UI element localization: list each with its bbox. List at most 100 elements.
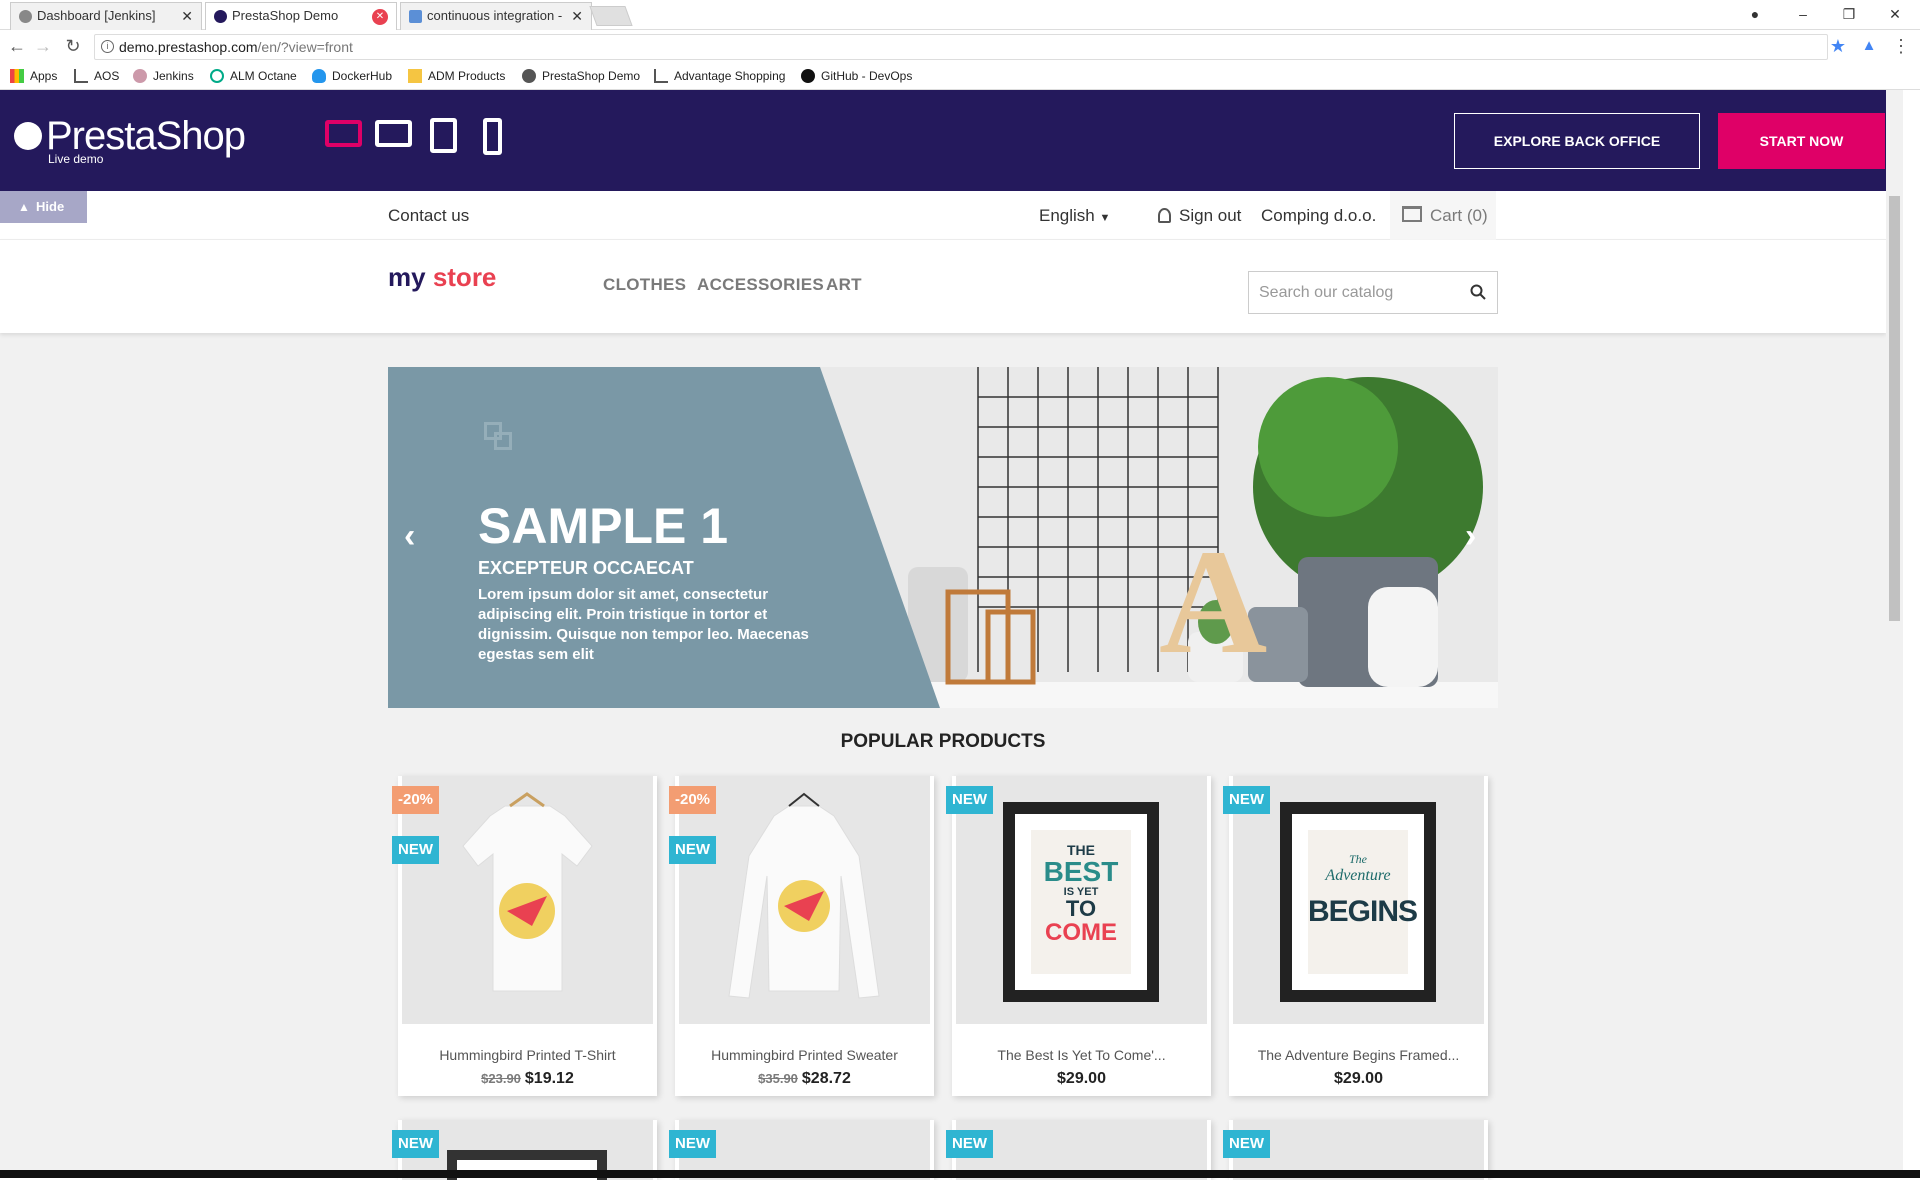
address-toolbar: ← → ↻ i demo.prestashop.com/en/?view=fro… (0, 30, 1920, 62)
bookmark-aos[interactable]: AOS (74, 67, 119, 85)
back-button[interactable]: ← (6, 36, 28, 58)
prestashop-favicon-icon (214, 10, 227, 23)
scrollbar-thumb[interactable] (1889, 196, 1900, 621)
contact-us-link[interactable]: Contact us (388, 206, 469, 226)
account-name-link[interactable]: Comping d.o.o. (1261, 206, 1376, 226)
current-price: $28.72 (801, 1070, 851, 1087)
jenkins-icon (133, 69, 147, 83)
product-image[interactable]: THE BEST IS YET TO COME (956, 776, 1207, 1024)
bookmark-dockerhub[interactable]: DockerHub (312, 67, 392, 85)
jenkins-favicon-icon (19, 10, 32, 23)
minimize-button[interactable]: – (1780, 0, 1826, 28)
shop-top-nav: Contact us English ▼ Sign out Comping d.… (0, 191, 1886, 240)
slide-subtitle: EXCEPTEUR OCCAECAT (478, 558, 694, 578)
popular-products-title: POPULAR PRODUCTS (840, 731, 1046, 752)
poster-best-is-yet-to-come: THE BEST IS YET TO COME (1031, 830, 1131, 974)
url-field[interactable]: i demo.prestashop.com/en/?view=front (94, 34, 1828, 60)
reload-button[interactable]: ↻ (62, 36, 84, 58)
slider-prev-arrow-icon[interactable]: ‹ (404, 517, 415, 556)
tablet-landscape-view-icon[interactable] (375, 120, 412, 147)
browser-tab-bar: Dashboard [Jenkins] ✕ PrestaShop Demo ✕ … (0, 0, 1920, 30)
product-name[interactable]: The Adventure Begins Framed... (1229, 1047, 1488, 1063)
product-image[interactable]: The Adventure BEGINS (1233, 776, 1484, 1024)
browser-tab-jenkins[interactable]: Dashboard [Jenkins] ✕ (10, 2, 202, 30)
desktop-view-icon[interactable] (325, 120, 362, 147)
category-clothes[interactable]: CLOTHES (603, 275, 686, 295)
slider-next-arrow-icon[interactable]: › (1465, 517, 1476, 556)
sweater-image (728, 792, 880, 999)
bookmark-apps[interactable]: Apps (10, 67, 57, 85)
caret-down-icon: ▼ (1099, 212, 1111, 224)
start-now-button[interactable]: START NOW (1718, 113, 1885, 169)
bookmark-alm-octane[interactable]: ALM Octane (210, 67, 297, 85)
product-image[interactable] (402, 776, 653, 1024)
product-price: $23.90 $19.12 (398, 1070, 657, 1088)
docker-icon (312, 69, 326, 83)
close-tab-icon[interactable]: ✕ (372, 9, 388, 25)
product-name[interactable]: Hummingbird Printed Sweater (675, 1047, 934, 1063)
cart-label: Cart (0) (1430, 206, 1488, 225)
browser-tab-prestashop[interactable]: PrestaShop Demo ✕ (205, 2, 397, 30)
user-icon (1158, 208, 1171, 223)
new-badge: NEW (946, 1130, 993, 1158)
current-price: $29.00 (1334, 1070, 1383, 1087)
new-badge: NEW (669, 836, 716, 864)
restore-button[interactable]: ❐ (1826, 0, 1872, 28)
mobile-view-icon[interactable] (483, 118, 502, 155)
hero-slider[interactable]: A SAMPLE 1 EXCEPTEUR OCCAECAT Lorem ipsu… (388, 367, 1498, 708)
menu-icon[interactable]: ⋮ (1890, 36, 1912, 58)
store-logo[interactable]: my store (388, 262, 496, 293)
logo-subtitle: Live demo (48, 152, 104, 166)
tablet-portrait-view-icon[interactable] (430, 118, 457, 153)
new-tab-button[interactable] (589, 6, 633, 26)
product-name[interactable]: Hummingbird Printed T-Shirt (398, 1047, 657, 1063)
explore-back-office-button[interactable]: EXPLORE BACK OFFICE (1454, 113, 1700, 169)
bookmark-advantage-shopping[interactable]: Advantage Shopping (654, 67, 785, 85)
product-card[interactable]: -20% NEW Hummingbird Printed Sweater $35… (669, 776, 934, 1096)
category-art[interactable]: ART (826, 275, 862, 295)
close-tab-icon[interactable]: ✕ (571, 3, 583, 29)
category-accessories[interactable]: ACCESSORIES (697, 275, 824, 295)
cart-button[interactable]: Cart (0) (1390, 191, 1496, 240)
close-window-button[interactable]: ✕ (1872, 0, 1918, 28)
bookmark-adm-products[interactable]: ADM Products (408, 67, 505, 85)
new-badge: NEW (392, 1130, 439, 1158)
bookmark-prestashop-demo[interactable]: PrestaShop Demo (522, 67, 640, 85)
old-price: $35.90 (758, 1071, 798, 1086)
stackoverflow-favicon-icon (409, 10, 422, 23)
profile-icon[interactable]: ● (1732, 0, 1778, 28)
drive-extension-icon[interactable]: ▲ (1858, 36, 1880, 58)
browser-tab-continuous-integration[interactable]: continuous integration - ✕ (400, 2, 592, 30)
product-card[interactable]: The Adventure BEGINS NEW The Adventure B… (1223, 776, 1488, 1096)
octane-icon (210, 69, 224, 83)
current-price: $19.12 (524, 1070, 574, 1087)
language-selector[interactable]: English ▼ (1039, 206, 1110, 226)
sign-out-link[interactable]: Sign out (1158, 206, 1241, 226)
poster-adventure-begins: The Adventure BEGINS (1308, 830, 1418, 974)
chevron-up-icon: ▲ (18, 200, 30, 214)
product-price: $29.00 (1229, 1070, 1488, 1088)
bookmark-jenkins[interactable]: Jenkins (133, 67, 194, 85)
product-card[interactable]: -20% NEW Hummingbird Printed T-Shirt $23… (392, 776, 657, 1096)
bookmark-github-devops[interactable]: GitHub - DevOps (801, 67, 912, 85)
product-image[interactable] (679, 776, 930, 1024)
product-name[interactable]: The Best Is Yet To Come'... (952, 1047, 1211, 1063)
new-badge: NEW (669, 1130, 716, 1158)
bookmark-star-icon[interactable]: ★ (1827, 36, 1849, 58)
product-price: $35.90 $28.72 (675, 1070, 934, 1088)
search-icon[interactable] (1470, 284, 1486, 300)
hide-toolbar-button[interactable]: ▲ Hide (0, 191, 87, 223)
prestashop-icon (522, 69, 536, 83)
apps-grid-icon (10, 69, 24, 83)
product-card[interactable]: THE BEST IS YET TO COME NEW The Best Is … (946, 776, 1211, 1096)
old-price: $23.90 (481, 1071, 521, 1086)
product-price: $29.00 (952, 1070, 1211, 1088)
close-tab-icon[interactable]: ✕ (181, 3, 193, 29)
forward-button[interactable]: → (32, 36, 54, 58)
tab-title: Dashboard [Jenkins] (37, 8, 156, 23)
aos-icon (74, 69, 88, 83)
shop-page: Contact us English ▼ Sign out Comping d.… (0, 191, 1886, 1180)
info-icon[interactable]: i (101, 40, 114, 53)
cart-icon (1402, 206, 1422, 222)
search-input[interactable]: Search our catalog (1248, 271, 1498, 314)
